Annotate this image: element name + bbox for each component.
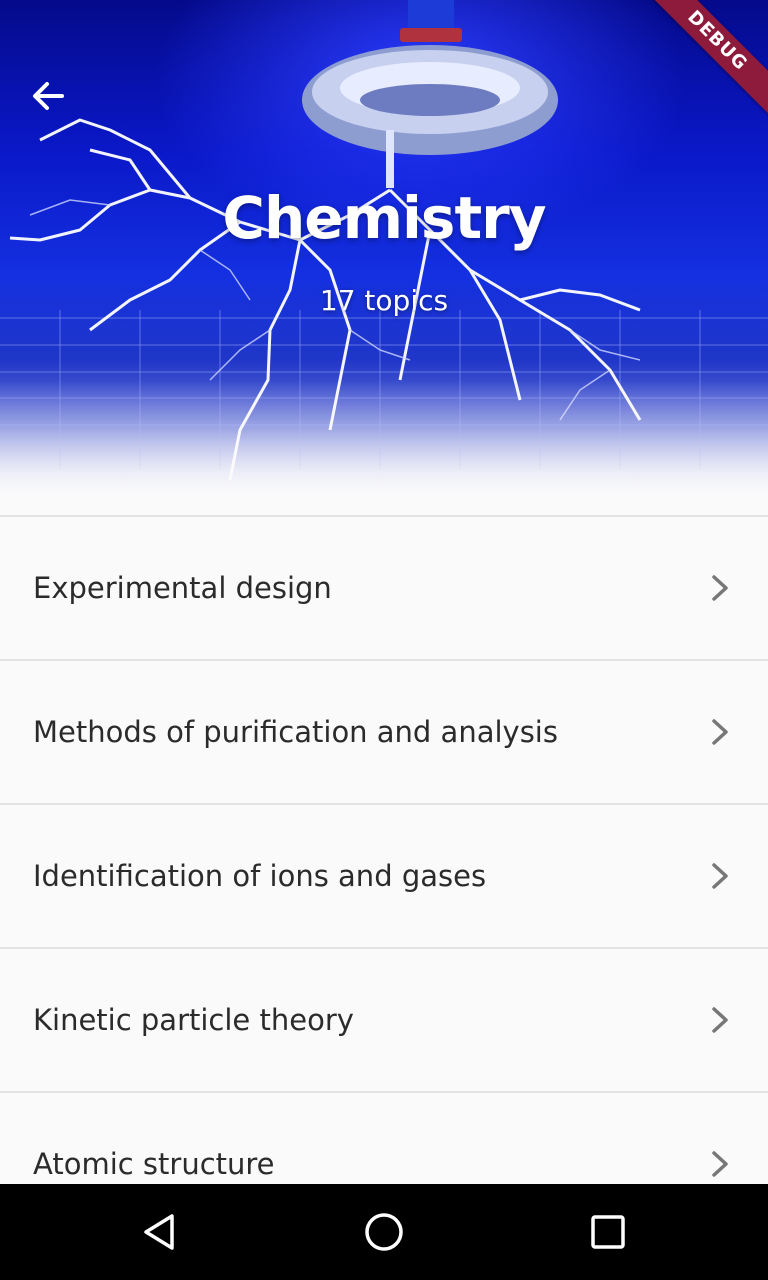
chevron-right-icon bbox=[712, 575, 728, 601]
chevron-right-icon bbox=[712, 1151, 728, 1177]
topic-count: 17 topics bbox=[319, 284, 449, 317]
topic-label: Methods of purification and analysis bbox=[33, 715, 558, 749]
nav-recents-button[interactable] bbox=[582, 1206, 634, 1258]
screen: Chemistry 17 topics DEBUG Experimental d… bbox=[0, 0, 768, 1280]
triangle-back-icon bbox=[144, 1214, 174, 1250]
topic-label: Identification of ions and gases bbox=[33, 859, 487, 893]
topic-list: Experimental design Methods of purificat… bbox=[0, 515, 768, 1186]
header-hero: Chemistry 17 topics DEBUG bbox=[0, 0, 768, 500]
chevron-right-icon bbox=[712, 863, 728, 889]
topic-row[interactable]: Kinetic particle theory bbox=[0, 949, 768, 1093]
page-title: Chemistry bbox=[222, 184, 546, 252]
topic-row[interactable]: Identification of ions and gases bbox=[0, 805, 768, 949]
chevron-right-icon bbox=[712, 719, 728, 745]
square-recents-icon bbox=[591, 1215, 625, 1249]
topic-row[interactable]: Methods of purification and analysis bbox=[0, 661, 768, 805]
nav-back-button[interactable] bbox=[134, 1206, 186, 1258]
chevron-right-icon bbox=[712, 1007, 728, 1033]
arrow-left-icon bbox=[33, 82, 64, 110]
topic-label: Kinetic particle theory bbox=[33, 1003, 354, 1037]
header-fade bbox=[0, 380, 768, 500]
topic-row[interactable]: Experimental design bbox=[0, 517, 768, 661]
system-nav-bar bbox=[0, 1184, 768, 1280]
topic-row[interactable]: Atomic structure bbox=[0, 1093, 768, 1186]
topic-label: Experimental design bbox=[33, 571, 332, 605]
topic-label: Atomic structure bbox=[33, 1147, 275, 1181]
nav-home-button[interactable] bbox=[358, 1206, 410, 1258]
circle-home-icon bbox=[365, 1213, 403, 1251]
back-button[interactable] bbox=[22, 70, 74, 122]
